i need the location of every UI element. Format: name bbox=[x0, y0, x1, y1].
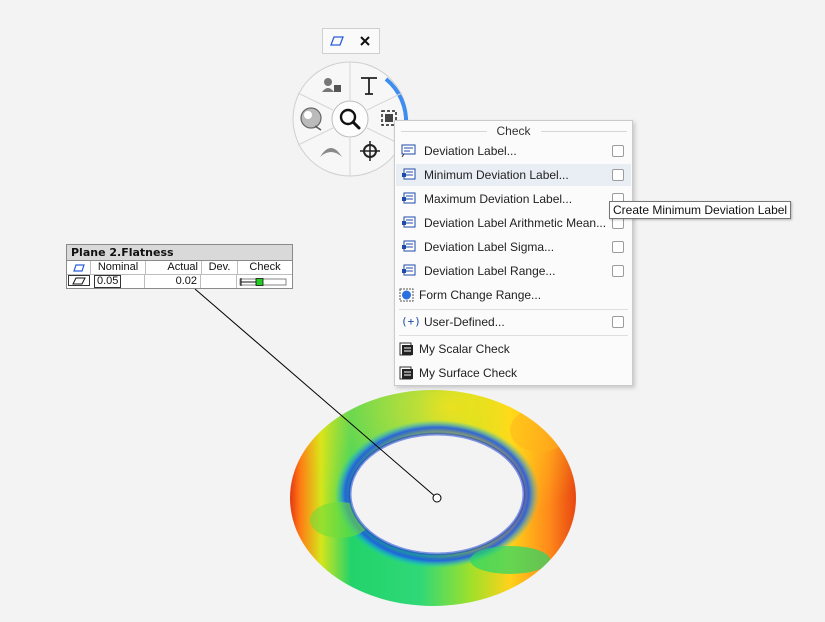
check-context-menu: Check Deviation Label... Minimum Deviati… bbox=[394, 120, 633, 386]
menu-item-label: Maximum Deviation Label... bbox=[424, 192, 573, 206]
deviation-label-icon bbox=[401, 192, 416, 206]
callout-anchor-point[interactable] bbox=[432, 493, 442, 503]
header-check: Check bbox=[249, 261, 281, 273]
actual-value: 0.02 bbox=[145, 275, 201, 288]
label-title: Plane 2.Flatness bbox=[67, 245, 292, 261]
menu-item-form-change-range[interactable]: Form Change Range... bbox=[396, 284, 631, 306]
menu-item-minimum-deviation-label[interactable]: Minimum Deviation Label... bbox=[396, 164, 631, 186]
menu-item-label: Deviation Label Range... bbox=[424, 264, 556, 278]
menu-item-maximum-deviation-label[interactable]: Maximum Deviation Label... bbox=[396, 188, 631, 210]
menu-header: Check bbox=[395, 124, 632, 138]
form-change-icon bbox=[399, 288, 414, 302]
mini-toolbar bbox=[322, 28, 380, 54]
menu-item-label: My Surface Check bbox=[419, 366, 518, 380]
deviation-label-icon bbox=[401, 168, 416, 182]
radial-menu bbox=[292, 61, 409, 177]
menu-item-label: Deviation Label Arithmetic Mean... bbox=[424, 216, 607, 230]
menu-item-checkbox[interactable] bbox=[612, 145, 624, 157]
deviation-label-icon bbox=[401, 216, 416, 230]
label-value-row: 0.05 0.02 bbox=[67, 275, 292, 288]
menu-item-label: Minimum Deviation Label... bbox=[424, 168, 569, 182]
svg-text:(+);: (+); bbox=[401, 315, 419, 328]
nominal-value: 0.05 bbox=[91, 275, 145, 288]
flatness-label[interactable]: Plane 2.Flatness Nominal Actual Dev. Che… bbox=[66, 244, 293, 289]
header-nominal: Nominal bbox=[91, 261, 146, 274]
menu-item-deviation-label-arithmetic-mean[interactable]: Deviation Label Arithmetic Mean... bbox=[396, 212, 631, 234]
deviation-label-icon bbox=[401, 240, 416, 254]
header-dev: Dev. bbox=[202, 261, 238, 274]
menu-item-checkbox[interactable] bbox=[612, 316, 624, 328]
deviation-label-icon bbox=[401, 144, 416, 158]
menu-item-checkbox[interactable] bbox=[612, 169, 624, 181]
menu-item-deviation-label-sigma[interactable]: Deviation Label Sigma... bbox=[396, 236, 631, 258]
menu-item-label: My Scalar Check bbox=[419, 342, 510, 356]
close-icon[interactable] bbox=[354, 31, 376, 51]
menu-item-user-defined[interactable]: (+); User-Defined... bbox=[396, 311, 631, 333]
script-icon bbox=[399, 342, 414, 356]
menu-separator bbox=[399, 309, 628, 310]
parallelogram-icon[interactable] bbox=[326, 31, 348, 51]
dev-value bbox=[201, 275, 237, 288]
script-icon bbox=[399, 366, 414, 380]
menu-item-deviation-label[interactable]: Deviation Label... bbox=[396, 140, 631, 162]
menu-item-deviation-label-range[interactable]: Deviation Label Range... bbox=[396, 260, 631, 282]
menu-separator bbox=[399, 335, 628, 336]
menu-header-label: Check bbox=[496, 124, 531, 138]
menu-item-checkbox[interactable] bbox=[612, 241, 624, 253]
deviation-label-icon bbox=[401, 264, 416, 278]
label-header-row: Nominal Actual Dev. Check bbox=[67, 261, 292, 275]
parallelogram-icon bbox=[67, 261, 91, 274]
menu-item-my-surface-check[interactable]: My Surface Check bbox=[396, 362, 631, 384]
menu-item-label: User-Defined... bbox=[424, 315, 505, 329]
user-defined-icon: (+); bbox=[401, 314, 428, 328]
menu-item-label: Form Change Range... bbox=[419, 288, 542, 302]
menu-item-label: Deviation Label... bbox=[424, 144, 517, 158]
menu-item-label: Deviation Label Sigma... bbox=[424, 240, 555, 254]
flatness-symbol-icon bbox=[68, 275, 90, 286]
check-indicator bbox=[237, 275, 291, 288]
menu-item-checkbox[interactable] bbox=[612, 265, 624, 277]
menu-item-my-scalar-check[interactable]: My Scalar Check bbox=[396, 338, 631, 360]
header-actual: Actual bbox=[146, 261, 202, 274]
tooltip: Create Minimum Deviation Label bbox=[609, 201, 792, 219]
